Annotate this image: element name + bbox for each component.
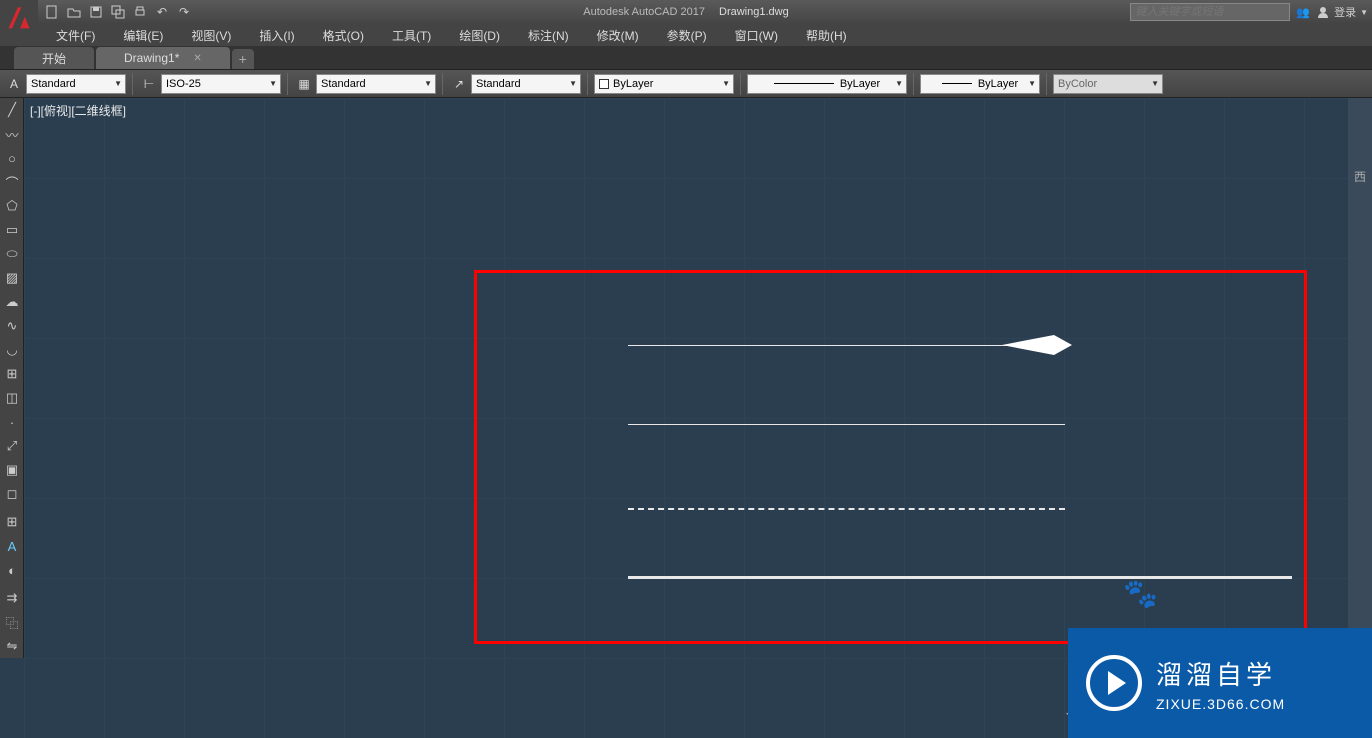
linetype-dropdown[interactable]: ByLayer bbox=[747, 74, 907, 94]
undo-icon[interactable]: ↶ bbox=[152, 2, 172, 22]
login-button[interactable]: 登录 ▼ bbox=[1316, 4, 1368, 20]
new-icon[interactable] bbox=[42, 2, 62, 22]
brand-cn: 溜溜自学 bbox=[1156, 655, 1285, 692]
region-tool-icon[interactable]: ▣ bbox=[0, 458, 24, 482]
elliparc-tool-icon[interactable]: ◡ bbox=[0, 338, 24, 362]
view-cube-label[interactable]: 西 bbox=[1354, 168, 1366, 185]
arc-tool-icon[interactable]: ⌒ bbox=[0, 170, 24, 194]
brand-url: ZIXUE.3D66.COM bbox=[1156, 696, 1285, 712]
save-icon[interactable] bbox=[86, 2, 106, 22]
menu-help[interactable]: 帮助(H) bbox=[792, 24, 861, 47]
entity-line-2[interactable] bbox=[628, 424, 1065, 425]
menu-modify[interactable]: 修改(M) bbox=[583, 24, 653, 47]
property-toolbar: A Standard ⊢ ISO-25 ▦ Standard ↗ Standar… bbox=[0, 70, 1372, 98]
copy-tool-icon[interactable]: ⿻ bbox=[0, 610, 24, 634]
color-dropdown[interactable]: ByLayer bbox=[594, 74, 734, 94]
plotstyle-dropdown[interactable]: ByColor bbox=[1053, 74, 1163, 94]
tab-start-label: 开始 bbox=[42, 50, 66, 67]
user-icon bbox=[1316, 5, 1330, 19]
viewport-label[interactable]: [-][俯视][二维线框] bbox=[30, 102, 126, 119]
menu-dimension[interactable]: 标注(N) bbox=[514, 24, 583, 47]
entity-arrow-head[interactable] bbox=[1002, 330, 1072, 360]
table-tool-icon[interactable]: ⊞ bbox=[0, 510, 24, 534]
open-icon[interactable] bbox=[64, 2, 84, 22]
right-nav-strip: 西 bbox=[1348, 98, 1372, 638]
dimstyle-dropdown[interactable]: ISO-25 bbox=[161, 74, 281, 94]
gradient-tool-icon[interactable]: ◐ bbox=[0, 558, 24, 582]
redo-icon[interactable]: ↷ bbox=[174, 2, 194, 22]
infocenter-icon[interactable]: 👥 bbox=[1296, 6, 1310, 19]
search-input[interactable] bbox=[1130, 3, 1290, 21]
entity-thick-line[interactable] bbox=[628, 576, 1292, 579]
login-label: 登录 bbox=[1334, 4, 1356, 20]
point-tool-icon[interactable]: · bbox=[0, 410, 24, 434]
title-center: Autodesk AutoCAD 2017 Drawing1.dwg bbox=[583, 6, 788, 18]
entity-arrow-line[interactable] bbox=[628, 345, 1008, 346]
textstyle-dropdown[interactable]: Standard bbox=[26, 74, 126, 94]
close-icon[interactable]: ✕ bbox=[193, 53, 201, 64]
title-bar: ↶ ↷ Autodesk AutoCAD 2017 Drawing1.dwg 👥… bbox=[0, 0, 1372, 24]
rectangle-tool-icon[interactable]: ▭ bbox=[0, 218, 24, 242]
menu-format[interactable]: 格式(O) bbox=[309, 24, 378, 47]
tab-drawing1-label: Drawing1* bbox=[124, 51, 179, 65]
brand-watermark: 溜溜自学 ZIXUE.3D66.COM bbox=[1068, 628, 1372, 738]
block-tool-icon[interactable]: ◫ bbox=[0, 386, 24, 410]
polyline-tool-icon[interactable]: 〰 bbox=[0, 122, 24, 146]
tab-add-button[interactable]: + bbox=[232, 49, 254, 69]
circle-tool-icon[interactable]: ○ bbox=[0, 146, 24, 170]
insert-tool-icon[interactable]: ⊞ bbox=[0, 362, 24, 386]
textstyle-icon[interactable]: A bbox=[4, 74, 24, 94]
spline-tool-icon[interactable]: ∿ bbox=[0, 314, 24, 338]
text-tool-icon[interactable]: A bbox=[0, 534, 24, 558]
app-logo[interactable] bbox=[0, 0, 38, 38]
app-name: Autodesk AutoCAD 2017 bbox=[583, 6, 705, 18]
line-tool-icon[interactable]: ╱ bbox=[0, 98, 24, 122]
menu-tools[interactable]: 工具(T) bbox=[378, 24, 445, 47]
dimstyle-icon[interactable]: ⊢ bbox=[139, 74, 159, 94]
title-right: 👥 登录 ▼ bbox=[1130, 3, 1368, 21]
ellipse-tool-icon[interactable]: ⬭ bbox=[0, 242, 24, 266]
left-tool-palette: ╱ 〰 ○ ⌒ ⬠ ▭ ⬭ ▨ ☁ ∿ ◡ ⊞ ◫ · ⤢ ▣ ◻ ⊞ A ◐ … bbox=[0, 98, 24, 658]
quick-access-toolbar: ↶ ↷ bbox=[42, 2, 194, 22]
menu-bar: 文件(F) 编辑(E) 视图(V) 插入(I) 格式(O) 工具(T) 绘图(D… bbox=[0, 24, 1372, 46]
menu-insert[interactable]: 插入(I) bbox=[245, 24, 308, 47]
xline-tool-icon[interactable]: ⤢ bbox=[0, 434, 24, 458]
mleader-dropdown[interactable]: Standard bbox=[471, 74, 581, 94]
tab-drawing1[interactable]: Drawing1* ✕ bbox=[96, 47, 230, 69]
document-tabs: 开始 Drawing1* ✕ + bbox=[0, 46, 1372, 70]
mleader-icon[interactable]: ↗ bbox=[449, 74, 469, 94]
revcloud-tool-icon[interactable]: ☁ bbox=[0, 290, 24, 314]
menu-edit[interactable]: 编辑(E) bbox=[109, 24, 177, 47]
lineweight-dropdown[interactable]: ByLayer bbox=[920, 74, 1040, 94]
entity-dashed-line[interactable] bbox=[628, 508, 1065, 510]
highlight-rectangle bbox=[474, 270, 1307, 644]
menu-file[interactable]: 文件(F) bbox=[42, 24, 109, 47]
boundary-tool-icon[interactable]: ◻ bbox=[0, 482, 24, 506]
menu-view[interactable]: 视图(V) bbox=[177, 24, 245, 47]
tab-start[interactable]: 开始 bbox=[14, 47, 94, 69]
play-icon bbox=[1086, 655, 1142, 711]
menu-draw[interactable]: 绘图(D) bbox=[445, 24, 514, 47]
tablestyle-dropdown[interactable]: Standard bbox=[316, 74, 436, 94]
menu-param[interactable]: 参数(P) bbox=[653, 24, 721, 47]
polygon-tool-icon[interactable]: ⬠ bbox=[0, 194, 24, 218]
print-icon[interactable] bbox=[130, 2, 150, 22]
tablestyle-icon[interactable]: ▦ bbox=[294, 74, 314, 94]
hatch-tool-icon[interactable]: ▨ bbox=[0, 266, 24, 290]
saveas-icon[interactable] bbox=[108, 2, 128, 22]
align-tool-icon[interactable]: ⇉ bbox=[0, 586, 24, 610]
doc-name: Drawing1.dwg bbox=[719, 6, 789, 18]
paw-watermark-icon: 🐾 bbox=[1123, 577, 1158, 610]
menu-window[interactable]: 窗口(W) bbox=[721, 24, 792, 47]
mirror-tool-icon[interactable]: ⇋ bbox=[0, 634, 24, 658]
